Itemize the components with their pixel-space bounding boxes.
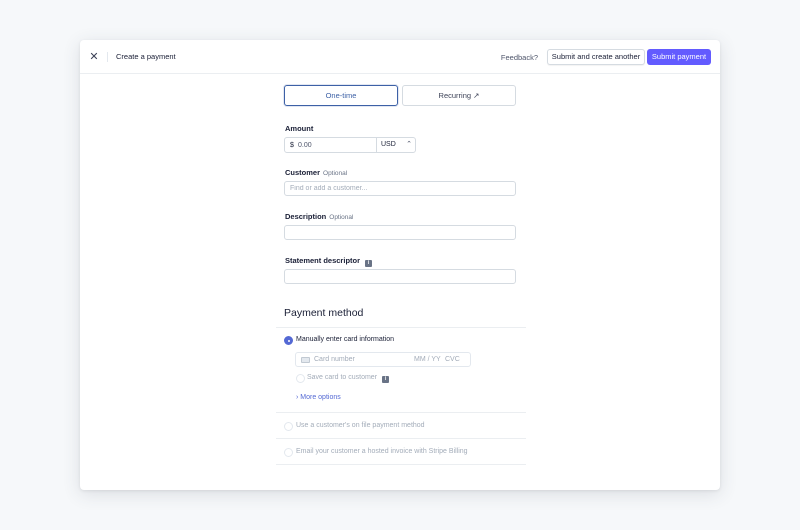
currency-symbol: $ [290,142,294,149]
info-icon[interactable]: i [382,376,390,383]
tab-one-time[interactable]: One-time [284,85,398,106]
customer-label-text: Customer [285,168,321,177]
save-card-label: Save card to customer i [307,373,390,383]
optional-tag: Optional [323,170,348,177]
amount-input[interactable]: 0.00 [298,141,312,150]
feedback-link[interactable]: Feedback? [501,52,538,64]
description-input[interactable] [284,225,516,240]
radio-hosted-invoice-label: Email your customer a hosted invoice wit… [296,448,468,455]
submit-and-create-another-button[interactable]: Submit and create another [547,49,645,65]
card-cvc-input[interactable]: CVC [445,355,460,365]
more-options-link[interactable]: › More options [296,393,341,403]
tab-recurring[interactable]: Recurring ↗ [402,85,516,106]
radio-on-file-method[interactable] [284,422,293,431]
description-label-text: Description [285,212,327,221]
chevron-updown-icon: ⌃ [406,141,412,148]
card-expiry-input[interactable]: MM / YY [414,355,441,365]
radio-manual-card[interactable] [284,336,293,345]
optional-tag: Optional [329,214,354,221]
payment-method-title: Payment method [284,307,364,319]
save-card-label-text: Save card to customer [307,374,378,381]
card-number-input[interactable]: Card number [314,355,355,365]
statement-descriptor-label-text: Statement descriptor [285,256,361,265]
radio-on-file-method-label: Use a customer's on file payment method [296,422,425,429]
currency-select[interactable]: USD ⌃ [376,138,416,152]
page-title: Create a payment [116,52,176,61]
amount-field[interactable]: $ 0.00 USD ⌃ [284,137,416,153]
statement-descriptor-label: Statement descriptor i [285,256,373,267]
close-icon[interactable]: ✕ [88,50,100,64]
card-input-field[interactable]: Card number MM / YY CVC [295,352,471,367]
amount-label: Amount [285,124,314,133]
header-divider [107,52,108,62]
customer-label: Customer Optional [285,168,347,179]
currency-value: USD [381,141,396,148]
save-card-checkbox[interactable] [296,374,305,383]
statement-descriptor-input[interactable] [284,269,516,284]
credit-card-icon [301,357,310,363]
submit-payment-button[interactable]: Submit payment [647,49,711,65]
divider [276,464,526,465]
divider [276,412,526,413]
divider [276,327,526,328]
radio-manual-card-label: Manually enter card information [296,336,395,343]
divider [276,438,526,439]
radio-hosted-invoice[interactable] [284,448,293,457]
description-label: Description Optional [285,212,353,223]
customer-search-input[interactable] [284,181,516,196]
info-icon[interactable]: i [365,260,373,267]
create-payment-modal: ✕ Create a payment Feedback? Submit and … [80,40,720,490]
modal-header: ✕ Create a payment Feedback? Submit and … [80,40,720,74]
